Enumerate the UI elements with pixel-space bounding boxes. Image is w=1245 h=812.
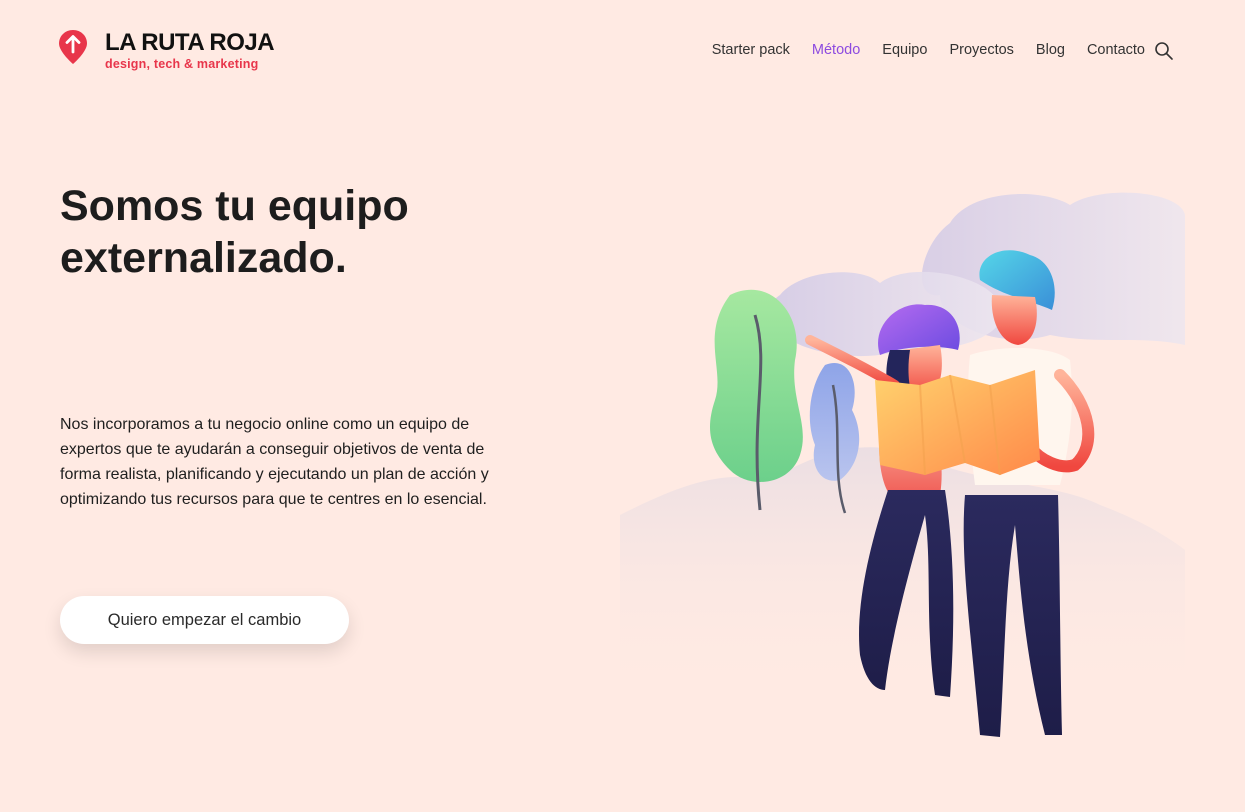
logo-subtitle: design, tech & marketing bbox=[105, 57, 259, 71]
start-change-button[interactable]: Quiero empezar el cambio bbox=[60, 596, 349, 644]
nav-item-metodo[interactable]: Método bbox=[812, 42, 860, 58]
nav-item-equipo[interactable]: Equipo bbox=[882, 42, 927, 58]
search-icon[interactable] bbox=[1154, 41, 1174, 61]
hero-title-line-1: Somos tu equipo bbox=[60, 182, 409, 230]
site-header: LA RUTA ROJA design, tech & marketing St… bbox=[0, 0, 1245, 100]
logo-title: LA RUTA ROJA bbox=[105, 29, 275, 56]
hero-title-line-2: externalizado. bbox=[60, 234, 347, 282]
main-nav: Starter pack Método Equipo Proyectos Blo… bbox=[690, 42, 1145, 58]
site-logo[interactable]: LA RUTA ROJA design, tech & marketing bbox=[59, 29, 275, 72]
logo-text: LA RUTA ROJA design, tech & marketing bbox=[105, 29, 275, 72]
nav-item-blog[interactable]: Blog bbox=[1036, 42, 1065, 58]
nav-item-starter-pack[interactable]: Starter pack bbox=[712, 42, 790, 58]
location-arrow-icon bbox=[59, 30, 87, 64]
hero-description: Nos incorporamos a tu negocio online com… bbox=[60, 416, 489, 508]
nav-item-contacto[interactable]: Contacto bbox=[1087, 42, 1145, 58]
travelers-map-illustration bbox=[620, 192, 1185, 737]
hero-title: Somos tu equipo externalizado. bbox=[60, 180, 580, 284]
nav-item-proyectos[interactable]: Proyectos bbox=[949, 42, 1013, 58]
